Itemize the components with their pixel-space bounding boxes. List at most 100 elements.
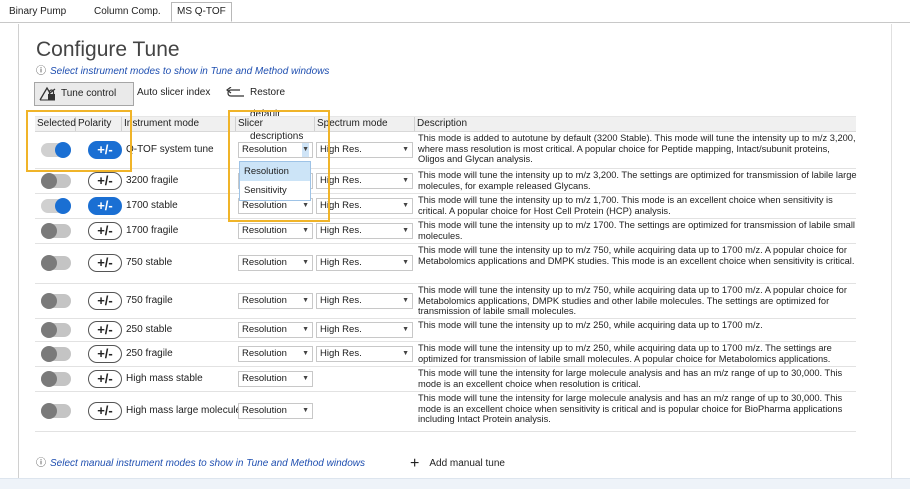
table-row: +/- High mass stable Resolution ▼ This mode …: [35, 366, 856, 392]
chevron-down-icon: ▼: [302, 375, 309, 382]
table-header: Selected Polarity Instrument mode Slicer…: [35, 116, 856, 132]
tab-ms-qtof[interactable]: MS Q-TOF: [171, 2, 232, 22]
slicer-select[interactable]: Resolution ▼: [238, 255, 313, 271]
slicer-select[interactable]: Resolution ▼: [238, 322, 313, 338]
selected-toggle[interactable]: [41, 173, 71, 189]
mode-description: This mode will tune the intensity up to …: [418, 220, 855, 241]
toggle-knob: [41, 173, 57, 189]
page-title: Configure Tune: [36, 38, 180, 61]
slicer-value: Resolution: [242, 257, 287, 268]
chevron-down-icon: ▼: [402, 259, 409, 266]
selected-toggle[interactable]: [41, 255, 71, 271]
spectrum-mode-select[interactable]: High Res. ▼: [316, 255, 413, 271]
mode-description: This mode will tune the intensity for la…: [418, 393, 843, 424]
toggle-knob: [41, 255, 57, 271]
polarity-button[interactable]: +/-: [88, 222, 122, 240]
polarity-button[interactable]: +/-: [88, 321, 122, 339]
subtitle: ⓘ Select instrument modes to show in Tune…: [36, 62, 329, 77]
header-spectrum-mode[interactable]: Spectrum mode: [315, 117, 415, 131]
chevron-down-icon: ▼: [402, 146, 409, 153]
slicer-dropdown-list: Resolution Sensitivity: [239, 161, 311, 201]
instrument-mode-label: 250 stable: [126, 324, 173, 335]
mode-description: This mode will tune the intensity up to …: [418, 245, 855, 266]
toggle-knob: [41, 322, 57, 338]
slicer-value: Resolution: [242, 295, 287, 306]
chevron-down-icon: ▼: [402, 326, 409, 333]
instrument-mode-label: 250 fragile: [126, 348, 173, 359]
tab-binary-pump[interactable]: Binary Pump: [4, 3, 71, 21]
header-description[interactable]: Description: [415, 117, 856, 131]
undo-arrow-icon: [226, 87, 244, 97]
mode-description: This mode will tune the intensity up to …: [418, 285, 847, 316]
polarity-button[interactable]: +/-: [88, 292, 122, 310]
table-row: +/-3200 fragileResolution▼High Res.▼This…: [35, 168, 857, 194]
plus-icon: +: [410, 455, 420, 472]
table-row: +/- Q-TOF system tune Resolution ▼ High Res.…: [35, 131, 856, 169]
mode-description: This mode will tune the intensity up to …: [418, 343, 832, 364]
chevron-down-icon: ▼: [402, 227, 409, 234]
slicer-select[interactable]: Resolution ▼: [238, 223, 313, 239]
instrument-mode-label: 750 stable: [126, 257, 173, 268]
polarity-button[interactable]: +/-: [88, 402, 122, 420]
chevron-down-icon: ▼: [302, 326, 309, 333]
chevron-down-icon: ▼: [302, 227, 309, 234]
spectrum-mode-select[interactable]: High Res. ▼: [316, 346, 413, 362]
slicer-option-sensitivity[interactable]: Sensitivity: [240, 181, 310, 200]
header-instrument-mode[interactable]: Instrument mode: [122, 117, 236, 131]
mode-description: This mode is added to autotune by defaul…: [418, 133, 856, 164]
add-manual-tune-button[interactable]: + Add manual tune: [410, 453, 505, 472]
selected-toggle[interactable]: [41, 403, 71, 419]
tune-control-button[interactable]: Tune control: [34, 82, 134, 106]
spectrum-mode-select[interactable]: High Res. ▼: [316, 142, 413, 158]
slicer-value: Resolution: [242, 225, 287, 236]
tune-control-label: Tune control: [61, 88, 117, 99]
bottom-strip: [0, 478, 910, 489]
selected-toggle[interactable]: [41, 371, 71, 387]
spectrum-mode-select[interactable]: High Res. ▼: [316, 198, 413, 214]
mode-description: This mode will tune the intensity for la…: [418, 368, 843, 389]
tab-column-comp[interactable]: Column Comp.: [89, 3, 166, 21]
chevron-down-icon: ▼: [302, 259, 309, 266]
table-row: +/- 750 stable Resolution ▼ High Res. ▼ This m…: [35, 243, 856, 284]
manual-modes-text: ⓘ Select manual instrument modes to show …: [36, 454, 365, 469]
slicer-select[interactable]: Resolution ▼: [238, 371, 313, 387]
chevron-down-icon: ▼: [402, 177, 409, 184]
instrument-mode-label: Q-TOF system tune: [126, 144, 214, 155]
instrument-mode-label: 1700 stable: [126, 200, 178, 211]
tab-strip: Binary Pump Column Comp. MS Q-TOF: [0, 0, 910, 23]
spectrum-mode-select[interactable]: High Res. ▼: [316, 322, 413, 338]
polarity-button[interactable]: +/-: [88, 254, 122, 272]
table-row: +/- 250 fragile Resolution ▼ High Res. ▼ This …: [35, 341, 856, 367]
instrument-mode-label: High mass large molecule: [126, 405, 242, 416]
spectrum-value: High Res.: [320, 257, 362, 268]
chevron-down-icon: ▼: [302, 297, 309, 304]
spectrum-mode-select[interactable]: High Res. ▼: [316, 293, 413, 309]
polarity-button[interactable]: +/-: [88, 172, 122, 190]
polarity-button[interactable]: +/-: [88, 197, 122, 215]
polarity-button[interactable]: +/-: [88, 370, 122, 388]
mode-description: This mode will tune the intensity up to …: [418, 195, 833, 216]
selected-toggle[interactable]: [41, 322, 71, 338]
chevron-down-icon: ▼: [402, 297, 409, 304]
selected-toggle[interactable]: [41, 293, 71, 309]
toggle-knob: [41, 403, 57, 419]
spectrum-mode-select[interactable]: High Res. ▼: [316, 173, 413, 189]
table-row: +/- 1700 stable Resolution ▼ High Res. ▼ This …: [35, 193, 856, 219]
spectrum-value: High Res.: [320, 324, 362, 335]
chevron-down-icon: ▼: [402, 350, 409, 357]
spectrum-mode-select[interactable]: High Res. ▼: [316, 223, 413, 239]
add-manual-tune-label: Add manual tune: [429, 458, 505, 469]
toggle-knob: [41, 371, 57, 387]
slicer-select[interactable]: Resolution ▼: [238, 346, 313, 362]
selected-toggle[interactable]: [41, 346, 71, 362]
polarity-button[interactable]: +/-: [88, 345, 122, 363]
slicer-option-resolution[interactable]: Resolution: [240, 162, 310, 181]
selected-toggle[interactable]: [41, 198, 71, 214]
auto-slicer-index-button[interactable]: Auto slicer index: [137, 82, 210, 104]
slicer-select[interactable]: Resolution ▼: [238, 293, 313, 309]
subtitle-text: Select instrument modes to show in Tune …: [50, 66, 330, 77]
selected-toggle[interactable]: [41, 223, 71, 239]
slicer-select[interactable]: Resolution ▼: [238, 403, 313, 419]
table-row: +/- High mass large molecule Resolution ▼ Th…: [35, 391, 856, 432]
instrument-mode-label: 1700 fragile: [126, 225, 179, 236]
